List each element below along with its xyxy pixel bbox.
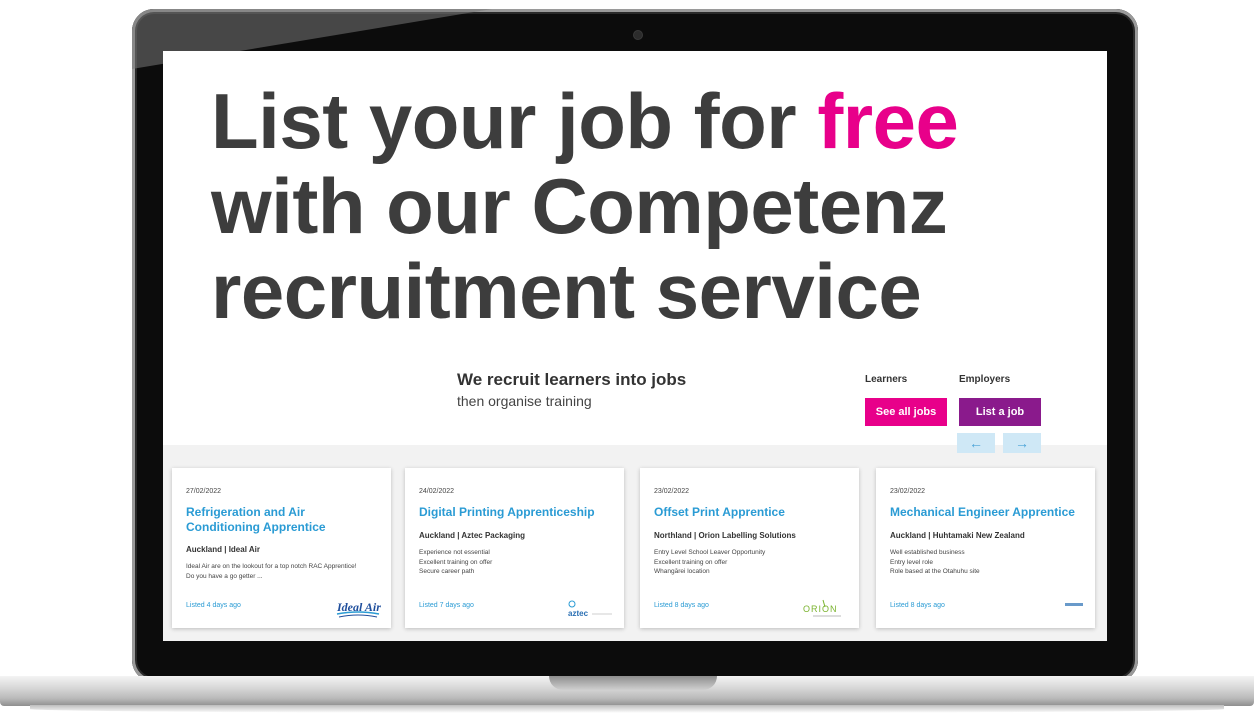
job-description-line: Entry Level School Leaver Opportunity (654, 549, 766, 556)
job-description: Entry Level School Leaver Opportunity Ex… (654, 548, 765, 577)
hero-line2: with our Competenz (211, 162, 948, 250)
logo-text: aztec (568, 609, 589, 618)
job-description-line: Role based at the Otahuhu site (890, 568, 980, 575)
learners-label: Learners (865, 374, 908, 385)
job-card[interactable]: 23/02/2022 Offset Print Apprentice North… (640, 468, 859, 628)
ideal-air-logo: Ideal Air (335, 598, 381, 625)
job-description-line: Excellent training on offer (654, 558, 728, 566)
huhtamaki-logo (1063, 596, 1085, 614)
job-listed-age: Listed 7 days ago (419, 602, 474, 609)
logo-text: ORION (803, 604, 838, 614)
job-description-line: Well established business (890, 549, 965, 556)
job-description-line: Entry level role (890, 558, 933, 566)
hero-line3: recruitment service (211, 247, 922, 335)
job-location: Northland | Orion Labelling Solutions (654, 531, 796, 540)
job-date: 27/02/2022 (186, 488, 222, 495)
job-title-link[interactable]: Refrigeration and Air Conditioning Appre… (186, 505, 382, 535)
aztec-logo: aztec (566, 598, 614, 625)
job-date: 23/02/2022 (654, 488, 690, 495)
job-description: Ideal Air are on the lookout for a top n… (186, 562, 357, 581)
webcam (634, 31, 642, 39)
job-title-link[interactable]: Digital Printing Apprenticeship (419, 505, 615, 520)
job-card[interactable]: 27/02/2022 Refrigeration and Air Conditi… (172, 468, 391, 628)
employers-label: Employers (959, 374, 1011, 385)
job-description-line: Excellent training on offer (419, 558, 493, 566)
carousel-next-button[interactable]: → (1003, 433, 1041, 453)
carousel-prev-button[interactable]: ← (957, 433, 995, 453)
job-description-line: Whangārei location (654, 568, 710, 575)
laptop-notch (549, 676, 717, 690)
job-description-line: Do you have a go getter ... (186, 572, 263, 580)
job-description-line: Secure career path (419, 568, 475, 575)
job-listed-age: Listed 8 days ago (654, 602, 709, 609)
see-all-jobs-button[interactable]: See all jobs (865, 398, 947, 426)
job-card[interactable]: 23/02/2022 Mechanical Engineer Apprentic… (876, 468, 1095, 628)
job-date: 23/02/2022 (890, 488, 926, 495)
job-listed-age: Listed 8 days ago (890, 602, 945, 609)
job-description-line: Ideal Air are on the lookout for a top n… (186, 563, 357, 570)
laptop-shadow (30, 705, 1224, 713)
job-date: 24/02/2022 (419, 488, 455, 495)
arrow-right-icon: → (1015, 435, 1029, 451)
job-description-line: Experience not essential (419, 549, 490, 556)
arrow-left-icon: ← (969, 435, 983, 451)
screen: List your job for free with our Competen… (163, 51, 1107, 641)
orion-logo: ORION (801, 598, 849, 625)
job-listed-age: Listed 4 days ago (186, 602, 241, 609)
hero-line1: List your job for (211, 77, 818, 165)
job-location: Auckland | Ideal Air (186, 545, 260, 554)
job-description: Well established business Entry level ro… (890, 548, 980, 577)
intro-subtitle: then organise training (457, 393, 592, 409)
list-a-job-button[interactable]: List a job (959, 398, 1041, 426)
intro-title: We recruit learners into jobs (457, 370, 687, 389)
hero-heading: List your job for free with our Competen… (211, 79, 1091, 334)
hero-accent-word: free (817, 77, 959, 165)
job-description: Experience not essential Excellent train… (419, 548, 492, 577)
job-title-link[interactable]: Offset Print Apprentice (654, 505, 850, 520)
job-location: Auckland | Aztec Packaging (419, 531, 525, 540)
job-location: Auckland | Huhtamaki New Zealand (890, 531, 1025, 540)
job-title-link[interactable]: Mechanical Engineer Apprentice (890, 505, 1086, 520)
job-card[interactable]: 24/02/2022 Digital Printing Apprenticesh… (405, 468, 624, 628)
